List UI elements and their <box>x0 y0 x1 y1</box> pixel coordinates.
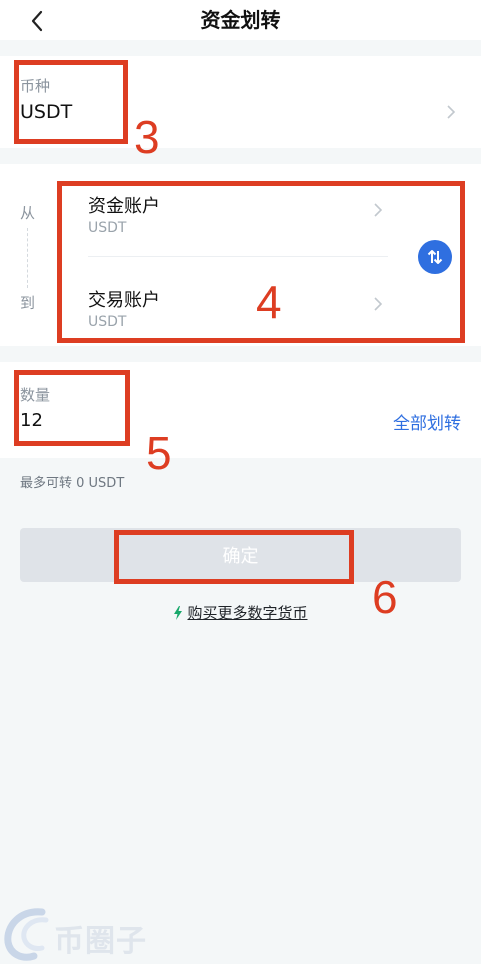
page-title: 资金划转 <box>200 8 281 32</box>
from-label: 从 <box>20 204 36 222</box>
annotation-number-4: 4 <box>256 276 282 328</box>
annotation-number-3: 3 <box>134 111 160 163</box>
annotation-number-5: 5 <box>146 427 172 479</box>
annotation-box-confirm <box>114 530 354 584</box>
watermark-text: 币圈子 <box>54 924 147 959</box>
buy-crypto-link[interactable]: 购买更多数字货币 <box>0 602 481 623</box>
max-transferable-text: 最多可转 0 USDT <box>20 476 125 491</box>
lightning-icon <box>174 606 183 620</box>
buy-crypto-text: 购买更多数字货币 <box>187 604 308 622</box>
annotation-box-coin <box>14 60 128 144</box>
all-transfer-button[interactable]: 全部划转 <box>393 409 461 434</box>
to-label: 到 <box>20 294 36 312</box>
watermark-logo: 币圈子 <box>2 906 152 964</box>
connector-line <box>27 228 28 288</box>
nav-bar: 资金划转 <box>0 0 481 40</box>
chevron-right-icon <box>447 105 456 119</box>
annotation-box-amount <box>14 370 130 446</box>
annotation-number-6: 6 <box>372 571 398 623</box>
watermark-swoosh-icon <box>4 908 49 961</box>
